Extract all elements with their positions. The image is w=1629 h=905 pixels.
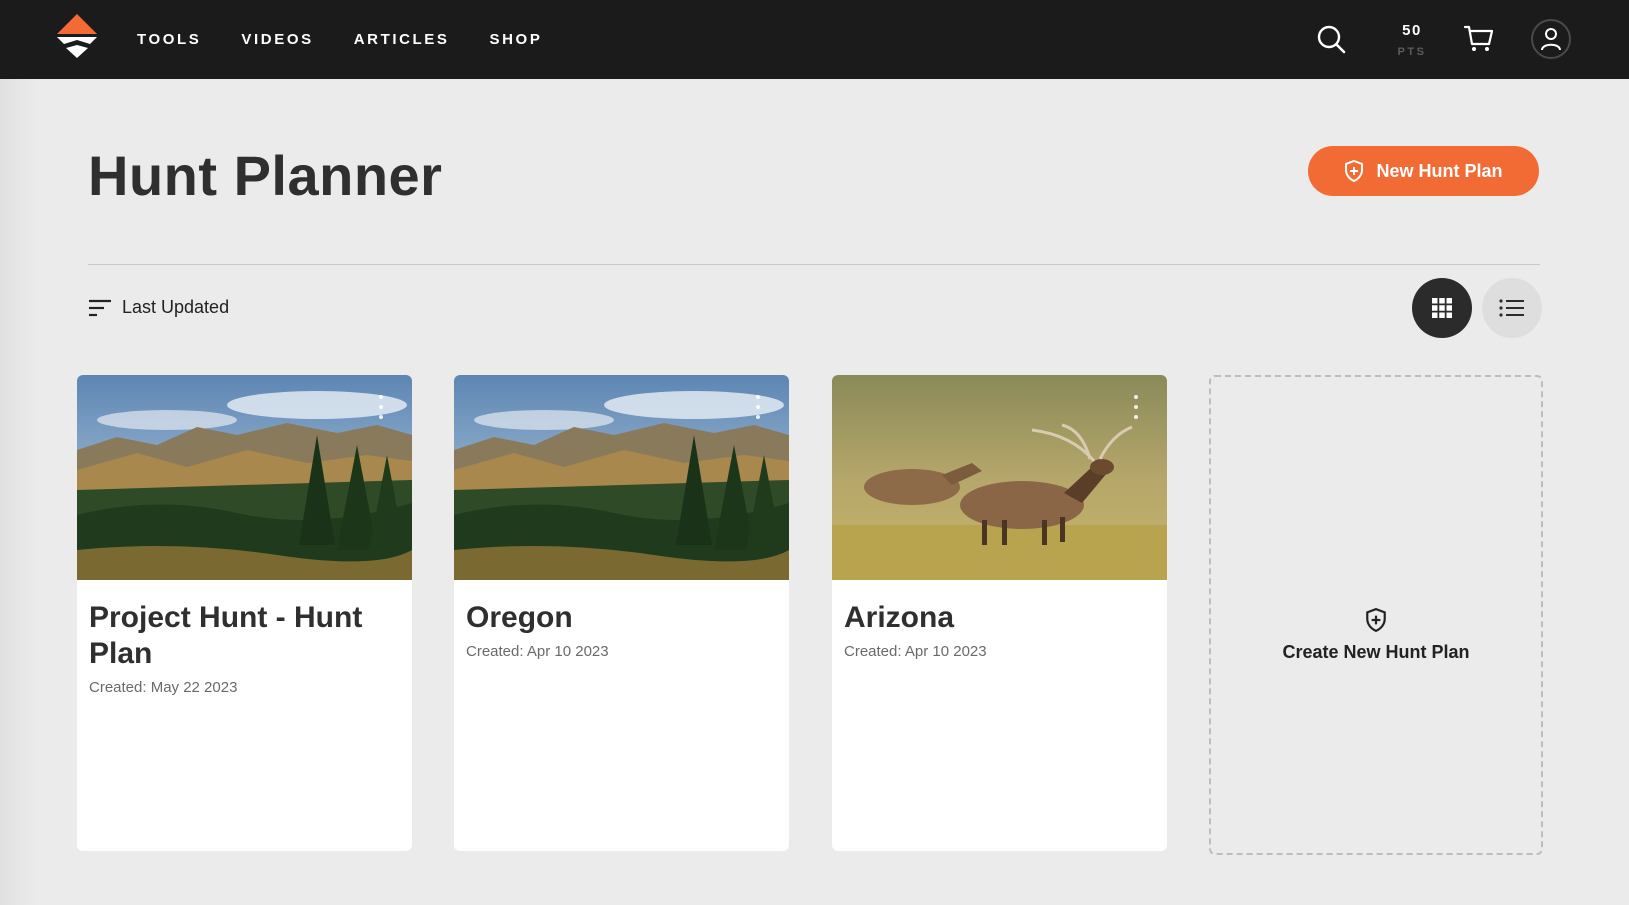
hunt-plan-card[interactable]: Project Hunt - Hunt Plan Created: May 22… xyxy=(77,375,412,851)
account-button[interactable] xyxy=(1531,19,1571,59)
brand-logo-icon[interactable] xyxy=(54,12,100,62)
shield-plus-icon xyxy=(1345,160,1364,182)
plan-image-mountain-forest xyxy=(454,375,789,580)
shield-plus-icon xyxy=(1366,608,1386,632)
plan-created-date: Created: Apr 10 2023 xyxy=(844,643,987,660)
sort-label: Last Updated xyxy=(122,297,230,317)
hunt-plan-card[interactable]: Oregon Created: Apr 10 2023 xyxy=(454,375,789,851)
nav-link-videos[interactable]: VIDEOS xyxy=(241,31,313,48)
points-value: 50 xyxy=(1402,22,1422,39)
create-new-hunt-plan-label: Create New Hunt Plan xyxy=(1282,642,1470,662)
page-title: Hunt Planner xyxy=(88,144,443,207)
points-indicator[interactable]: 50 PTS xyxy=(1390,22,1434,58)
primary-nav: TOOLS VIDEOS ARTICLES SHOP xyxy=(137,0,542,79)
grid-icon xyxy=(1432,298,1452,318)
plan-created-date: Created: Apr 10 2023 xyxy=(466,643,609,660)
plan-title: Arizona xyxy=(844,601,955,634)
nav-link-shop[interactable]: SHOP xyxy=(490,31,543,48)
user-icon xyxy=(1541,28,1561,51)
cart-icon[interactable] xyxy=(1463,22,1495,54)
sort-control[interactable]: Last Updated xyxy=(88,297,229,318)
sort-icon xyxy=(89,299,111,316)
page-edge-shade xyxy=(0,79,36,905)
plan-created-date: Created: May 22 2023 xyxy=(89,679,238,696)
card-menu-button[interactable] xyxy=(753,395,763,419)
list-icon xyxy=(1499,299,1524,317)
grid-view-button[interactable] xyxy=(1412,278,1472,338)
card-menu-button[interactable] xyxy=(1131,395,1141,419)
points-label: PTS xyxy=(1397,46,1427,58)
header-divider xyxy=(88,264,1540,265)
top-nav: TOOLS VIDEOS ARTICLES SHOP 50 PTS xyxy=(0,0,1629,79)
list-view-button[interactable] xyxy=(1482,278,1542,338)
hunt-plan-card[interactable]: Arizona Created: Apr 10 2023 xyxy=(832,375,1167,851)
new-hunt-plan-button[interactable]: New Hunt Plan xyxy=(1308,146,1539,196)
create-new-hunt-plan-card[interactable]: Create New Hunt Plan xyxy=(1209,375,1543,855)
plan-image-mountain-forest xyxy=(77,375,412,580)
search-icon[interactable] xyxy=(1316,24,1346,54)
plan-title: Oregon xyxy=(466,601,573,634)
plan-image-elk-meadow xyxy=(832,375,1167,580)
plan-title: Project Hunt - Hunt Plan xyxy=(89,601,363,670)
nav-link-articles[interactable]: ARTICLES xyxy=(354,31,450,48)
nav-link-tools[interactable]: TOOLS xyxy=(137,31,201,48)
card-menu-button[interactable] xyxy=(376,395,386,419)
new-hunt-plan-label: New Hunt Plan xyxy=(1376,160,1503,181)
